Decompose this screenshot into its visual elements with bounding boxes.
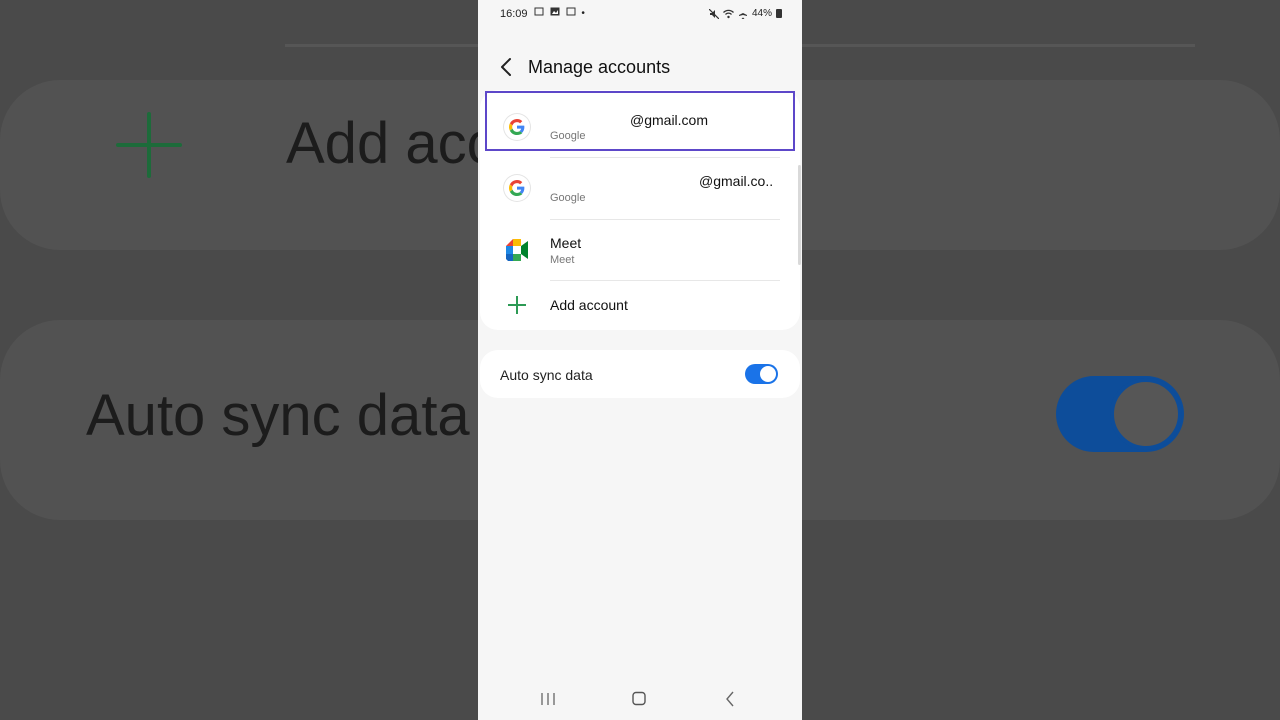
recent-apps-icon[interactable]: [533, 688, 563, 710]
app-header: Manage accounts: [478, 52, 802, 84]
gallery-icon: [550, 7, 560, 16]
account-email: @gmail.com: [630, 112, 709, 128]
backdrop-toggle: [1056, 376, 1184, 452]
backdrop-plus-icon: [116, 112, 182, 178]
account-name: Meet: [550, 235, 582, 251]
wifi-icon: [723, 9, 734, 18]
toggle-knob: [760, 366, 776, 382]
google-icon: [504, 114, 530, 140]
mute-icon: [708, 8, 719, 19]
screenshot-icon: [534, 7, 544, 16]
system-nav-bar: [478, 680, 802, 720]
screenshot-icon: [566, 7, 576, 16]
system-icons: 44%: [708, 8, 782, 19]
account-row-google-2[interactable]: @gmail.co.. Google: [480, 158, 800, 220]
account-provider: Google: [550, 130, 586, 142]
account-row-meet[interactable]: Meet Meet: [480, 220, 800, 282]
google-icon: [504, 175, 530, 201]
auto-sync-toggle[interactable]: [745, 364, 778, 384]
auto-sync-card[interactable]: Auto sync data: [480, 350, 800, 398]
home-icon[interactable]: [624, 688, 654, 710]
phone-screen: 16:09 • 44% Manage accounts @gmail.com G…: [478, 0, 802, 720]
back-nav-icon[interactable]: [715, 688, 745, 710]
battery-percent: 44%: [751, 8, 772, 19]
auto-sync-label: Auto sync data: [500, 367, 593, 383]
battery-icon: [776, 9, 782, 18]
plus-icon: [508, 296, 526, 314]
page-title: Manage accounts: [528, 57, 671, 77]
status-bar: 16:09 • 44%: [478, 0, 802, 30]
meet-icon: [504, 237, 530, 263]
account-row-google-1[interactable]: @gmail.com Google: [480, 90, 800, 152]
scrollbar[interactable]: [798, 165, 801, 265]
add-account-label: Add account: [550, 297, 628, 313]
account-email: @gmail.co..: [699, 173, 774, 189]
backdrop-auto-sync-text: Auto sync data: [86, 383, 470, 448]
add-account-button[interactable]: Add account: [480, 280, 800, 328]
account-provider: Google: [550, 192, 586, 204]
dot-icon: •: [581, 8, 588, 19]
airplane-icon: [738, 9, 747, 19]
notification-icons: •: [534, 7, 588, 19]
back-arrow-icon[interactable]: [496, 56, 518, 78]
backdrop-add-account-text: Add acc: [286, 111, 496, 176]
accounts-card: @gmail.com Google @gmail.co.. Google Mee…: [480, 90, 800, 330]
account-provider: Meet: [550, 254, 575, 266]
status-time: 16:09: [500, 8, 528, 20]
